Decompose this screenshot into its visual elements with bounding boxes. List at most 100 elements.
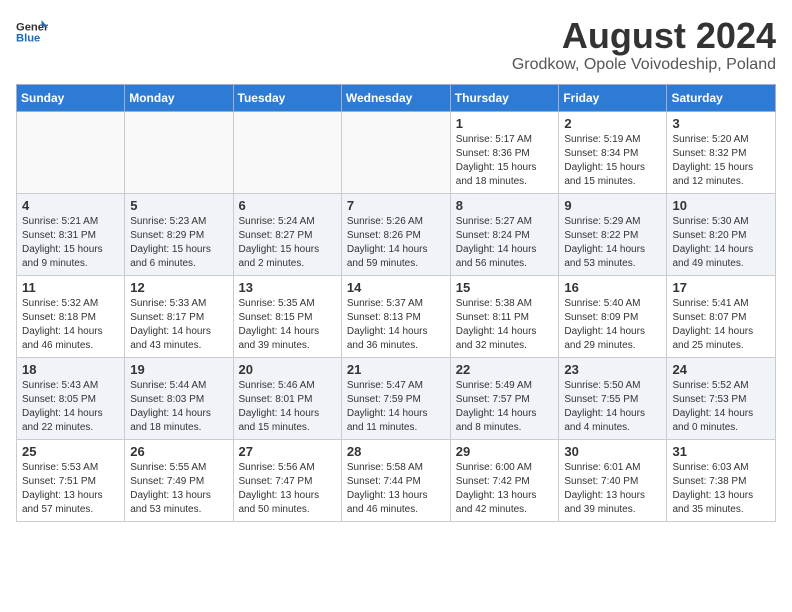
day-number: 25 [22,444,119,459]
day-info: Sunrise: 5:17 AM Sunset: 8:36 PM Dayligh… [456,133,554,189]
day-number: 9 [564,198,661,213]
day-number: 8 [456,198,554,213]
calendar-cell: 31 Sunrise: 6:03 AM Sunset: 7:38 PM Dayli… [667,439,776,521]
day-number: 27 [239,444,336,459]
day-info: Sunrise: 5:30 AM Sunset: 8:20 PM Dayligh… [672,215,770,271]
calendar-cell: 9 Sunrise: 5:29 AM Sunset: 8:22 PM Daylig… [559,193,667,275]
header: General Blue August 2024 Grodkow, Opole … [16,16,776,74]
calendar-cell: 19 Sunrise: 5:44 AM Sunset: 8:03 PM Dayli… [125,357,233,439]
day-number: 3 [672,116,770,131]
calendar-cell: 12Sunrise: 5:33 AM Sunset: 8:17 PM Dayli… [125,275,233,357]
calendar-cell: 4 Sunrise: 5:21 AM Sunset: 8:31 PM Daylig… [17,193,125,275]
day-info: Sunrise: 5:19 AM Sunset: 8:34 PM Dayligh… [564,133,661,189]
day-info: Sunrise: 5:32 AM Sunset: 8:18 PM Dayligh… [22,297,119,353]
calendar-cell: 17Sunrise: 5:41 AM Sunset: 8:07 PM Dayli… [667,275,776,357]
day-info: Sunrise: 5:38 AM Sunset: 8:11 PM Dayligh… [456,297,554,353]
calendar-cell: 13 Sunrise: 5:35 AM Sunset: 8:15 PM Dayli… [233,275,341,357]
calendar-cell: 14 Sunrise: 5:37 AM Sunset: 8:13 PM Dayli… [341,275,450,357]
day-info: Sunrise: 5:23 AM Sunset: 8:29 PM Dayligh… [130,215,227,271]
day-info: Sunrise: 5:29 AM Sunset: 8:22 PM Dayligh… [564,215,661,271]
calendar-cell: 23 Sunrise: 5:50 AM Sunset: 7:55 PM Dayli… [559,357,667,439]
calendar-cell: 29 Sunrise: 6:00 AM Sunset: 7:42 PM Dayli… [450,439,559,521]
day-number: 1 [456,116,554,131]
day-info: Sunrise: 5:47 AM Sunset: 7:59 PM Dayligh… [347,379,445,435]
calendar-cell: 21 Sunrise: 5:47 AM Sunset: 7:59 PM Dayli… [341,357,450,439]
day-number: 28 [347,444,445,459]
svg-text:Blue: Blue [16,33,40,45]
day-number: 11 [22,280,119,295]
day-info: Sunrise: 5:53 AM Sunset: 7:51 PM Dayligh… [22,461,119,517]
calendar-cell: 26Sunrise: 5:55 AM Sunset: 7:49 PM Dayli… [125,439,233,521]
calendar-cell: 7 Sunrise: 5:26 AM Sunset: 8:26 PM Daylig… [341,193,450,275]
day-info: Sunrise: 5:21 AM Sunset: 8:31 PM Dayligh… [22,215,119,271]
weekday-header-thursday: Thursday [450,84,559,111]
day-info: Sunrise: 5:58 AM Sunset: 7:44 PM Dayligh… [347,461,445,517]
day-number: 5 [130,198,227,213]
weekday-header-sunday: Sunday [17,84,125,111]
day-number: 23 [564,362,661,377]
calendar-cell: 28 Sunrise: 5:58 AM Sunset: 7:44 PM Dayli… [341,439,450,521]
month-title: August 2024 [512,16,776,56]
calendar-cell: 1 Sunrise: 5:17 AM Sunset: 8:36 PM Daylig… [450,111,559,193]
day-number: 10 [672,198,770,213]
logo-icon: General Blue [16,16,48,48]
day-number: 13 [239,280,336,295]
calendar-week-row-2: 4 Sunrise: 5:21 AM Sunset: 8:31 PM Daylig… [17,193,776,275]
day-number: 15 [456,280,554,295]
calendar-cell [341,111,450,193]
calendar-week-row-5: 25 Sunrise: 5:53 AM Sunset: 7:51 PM Dayli… [17,439,776,521]
day-info: Sunrise: 5:50 AM Sunset: 7:55 PM Dayligh… [564,379,661,435]
day-number: 4 [22,198,119,213]
day-info: Sunrise: 5:52 AM Sunset: 7:53 PM Dayligh… [672,379,770,435]
calendar-cell: 11 Sunrise: 5:32 AM Sunset: 8:18 PM Dayli… [17,275,125,357]
calendar-cell [125,111,233,193]
day-number: 29 [456,444,554,459]
weekday-header-friday: Friday [559,84,667,111]
day-number: 14 [347,280,445,295]
day-number: 12 [130,280,227,295]
calendar-cell: 27 Sunrise: 5:56 AM Sunset: 7:47 PM Dayli… [233,439,341,521]
day-info: Sunrise: 5:35 AM Sunset: 8:15 PM Dayligh… [239,297,336,353]
day-number: 19 [130,362,227,377]
calendar-cell: 2 Sunrise: 5:19 AM Sunset: 8:34 PM Daylig… [559,111,667,193]
weekday-header-monday: Monday [125,84,233,111]
day-info: Sunrise: 5:41 AM Sunset: 8:07 PM Dayligh… [672,297,770,353]
calendar-cell [233,111,341,193]
calendar-cell: 24 Sunrise: 5:52 AM Sunset: 7:53 PM Dayli… [667,357,776,439]
day-info: Sunrise: 6:01 AM Sunset: 7:40 PM Dayligh… [564,461,661,517]
calendar-cell: 6Sunrise: 5:24 AM Sunset: 8:27 PM Daylig… [233,193,341,275]
calendar-cell: 8Sunrise: 5:27 AM Sunset: 8:24 PM Daylig… [450,193,559,275]
weekday-header-wednesday: Wednesday [341,84,450,111]
calendar-week-row-4: 18Sunrise: 5:43 AM Sunset: 8:05 PM Dayli… [17,357,776,439]
day-number: 24 [672,362,770,377]
day-number: 2 [564,116,661,131]
day-info: Sunrise: 6:03 AM Sunset: 7:38 PM Dayligh… [672,461,770,517]
calendar-cell: 3Sunrise: 5:20 AM Sunset: 8:32 PM Daylig… [667,111,776,193]
day-number: 16 [564,280,661,295]
calendar-week-row-1: 1 Sunrise: 5:17 AM Sunset: 8:36 PM Daylig… [17,111,776,193]
day-info: Sunrise: 5:26 AM Sunset: 8:26 PM Dayligh… [347,215,445,271]
day-info: Sunrise: 5:40 AM Sunset: 8:09 PM Dayligh… [564,297,661,353]
logo: General Blue [16,16,48,48]
day-number: 7 [347,198,445,213]
day-number: 22 [456,362,554,377]
location-title: Grodkow, Opole Voivodeship, Poland [512,56,776,74]
day-info: Sunrise: 6:00 AM Sunset: 7:42 PM Dayligh… [456,461,554,517]
day-number: 21 [347,362,445,377]
day-number: 6 [239,198,336,213]
calendar-cell: 25 Sunrise: 5:53 AM Sunset: 7:51 PM Dayli… [17,439,125,521]
calendar-week-row-3: 11 Sunrise: 5:32 AM Sunset: 8:18 PM Dayli… [17,275,776,357]
day-info: Sunrise: 5:43 AM Sunset: 8:05 PM Dayligh… [22,379,119,435]
day-info: Sunrise: 5:56 AM Sunset: 7:47 PM Dayligh… [239,461,336,517]
calendar-cell: 20 Sunrise: 5:46 AM Sunset: 8:01 PM Dayli… [233,357,341,439]
day-info: Sunrise: 5:46 AM Sunset: 8:01 PM Dayligh… [239,379,336,435]
weekday-header-saturday: Saturday [667,84,776,111]
day-number: 31 [672,444,770,459]
calendar-cell: 10 Sunrise: 5:30 AM Sunset: 8:20 PM Dayli… [667,193,776,275]
calendar-cell [17,111,125,193]
calendar-cell: 22Sunrise: 5:49 AM Sunset: 7:57 PM Dayli… [450,357,559,439]
day-number: 20 [239,362,336,377]
title-area: August 2024 Grodkow, Opole Voivodeship, … [512,16,776,74]
day-info: Sunrise: 5:44 AM Sunset: 8:03 PM Dayligh… [130,379,227,435]
day-info: Sunrise: 5:37 AM Sunset: 8:13 PM Dayligh… [347,297,445,353]
